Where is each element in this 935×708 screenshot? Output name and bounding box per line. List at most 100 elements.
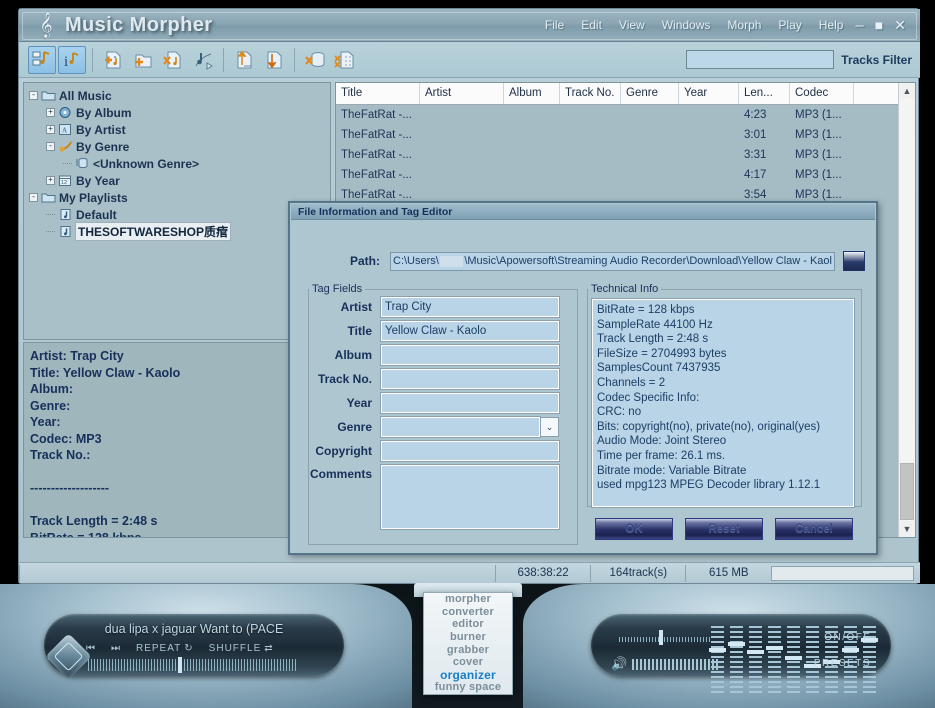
file-info-button[interactable]: i	[58, 46, 86, 74]
play-file-button[interactable]	[189, 46, 217, 74]
scrollbar-thumb[interactable]	[900, 463, 914, 520]
browse-folder-icon[interactable]	[843, 251, 865, 271]
column-header[interactable]	[854, 83, 900, 104]
redacted-username	[440, 256, 463, 267]
genre-field[interactable]: ⌄	[381, 417, 559, 437]
tracks-filter-input[interactable]	[686, 50, 834, 69]
menu-edit[interactable]: Edit	[581, 18, 602, 32]
close-icon[interactable]: ✕	[894, 18, 906, 32]
tree-item-all-music[interactable]: -All Music	[27, 87, 327, 104]
tree-item-default[interactable]: Default	[27, 206, 327, 223]
eq-presets-label[interactable]: PRESETS	[814, 658, 871, 669]
tree-expander-icon[interactable]: -	[46, 142, 55, 151]
eq-band[interactable]	[711, 626, 724, 694]
tree-expander-icon[interactable]: -	[29, 193, 38, 202]
module-morpher[interactable]: morpher	[445, 593, 491, 606]
next-track-icon[interactable]: ⏭	[111, 643, 121, 654]
tree-item-thesoftwareshop[interactable]: THESOFTWARESHOP质痯	[27, 223, 327, 240]
module-organizer[interactable]: organizer	[440, 669, 496, 682]
shuffle-button[interactable]: SHUFFLE ⇄	[209, 643, 274, 654]
tree-expander-icon[interactable]: -	[29, 91, 38, 100]
cell-length: 3:54	[739, 189, 790, 201]
volume-slider[interactable]	[632, 659, 720, 670]
table-row[interactable]: TheFatRat -...4:23MP3 (1...	[336, 105, 915, 125]
tree-item-by-genre[interactable]: -By Genre	[27, 138, 327, 155]
menu-morph[interactable]: Morph	[727, 18, 761, 32]
menu-play[interactable]: Play	[778, 18, 801, 32]
column-header[interactable]: Codec	[790, 83, 854, 104]
comments-field[interactable]	[381, 465, 559, 529]
column-header[interactable]: Year	[679, 83, 739, 104]
module-editor[interactable]: editor	[452, 618, 484, 631]
eq-onoff-label[interactable]: ON/OFF	[824, 632, 871, 643]
tree-item-by-artist[interactable]: +ABy Artist	[27, 121, 327, 138]
module-grabber[interactable]: grabber	[447, 644, 489, 657]
tree-expander-icon[interactable]: +	[46, 125, 55, 134]
clear-database-button[interactable]	[301, 46, 329, 74]
module-burner[interactable]: burner	[450, 631, 486, 644]
cancel-button[interactable]: Cancel	[775, 518, 853, 540]
clear-list-button[interactable]	[331, 46, 359, 74]
menu-file[interactable]: File	[545, 18, 564, 32]
shuffle-icon: ⇄	[264, 643, 273, 654]
path-input[interactable]: C:\Users\\Music\Apowersoft\Streaming Aud…	[390, 252, 835, 271]
chevron-up-icon[interactable]: ▲	[899, 83, 915, 99]
track-no-field[interactable]	[381, 369, 559, 389]
copyright-field-label: Copyright	[309, 444, 381, 458]
eq-band[interactable]	[749, 626, 762, 694]
maximize-icon[interactable]: ■	[875, 18, 883, 32]
column-header[interactable]: Len...	[739, 83, 790, 104]
module-cover[interactable]: cover	[453, 656, 483, 669]
seek-slider[interactable]	[88, 659, 296, 671]
table-row[interactable]: TheFatRat -...3:31MP3 (1...	[336, 145, 915, 165]
chevron-down-icon[interactable]: ⌄	[540, 417, 559, 437]
repeat-button[interactable]: REPEAT ↻	[136, 643, 194, 654]
year-field[interactable]	[381, 393, 559, 413]
tree-item-by-album[interactable]: +By Album	[27, 104, 327, 121]
menu-help[interactable]: Help	[819, 18, 844, 32]
artist-field[interactable]: Trap City	[381, 297, 559, 317]
column-header[interactable]: Title	[336, 83, 420, 104]
chevron-down-icon[interactable]: ▼	[899, 521, 915, 537]
seek-thumb[interactable]	[178, 657, 182, 673]
technical-info-box: BitRate = 128 kbpsSampleRate 44100 HzTra…	[592, 299, 854, 507]
path-label: Path:	[290, 254, 390, 268]
tree-expander-icon[interactable]: +	[46, 176, 55, 185]
table-row[interactable]: TheFatRat -...3:01MP3 (1...	[336, 125, 915, 145]
speaker-icon: 🔊	[611, 656, 627, 672]
module-funny-space[interactable]: funny space	[435, 681, 501, 694]
table-row[interactable]: TheFatRat -...4:17MP3 (1...	[336, 165, 915, 185]
previous-track-icon[interactable]: ⏮	[86, 643, 96, 654]
column-header[interactable]: Artist	[420, 83, 504, 104]
cell-codec: MP3 (1...	[790, 129, 854, 141]
eq-band[interactable]	[787, 626, 800, 694]
balance-slider[interactable]	[615, 628, 715, 646]
reset-button[interactable]: Reset	[685, 518, 763, 540]
genre-field-row: Genre⌄	[309, 417, 577, 437]
tree-item-unknown-genre[interactable]: <Unknown Genre>	[27, 155, 327, 172]
track-list-scrollbar[interactable]: ▲ ▼	[898, 83, 915, 537]
eq-band[interactable]	[768, 626, 781, 694]
minimize-icon[interactable]: –	[855, 18, 863, 33]
menu-windows[interactable]: Windows	[662, 18, 711, 32]
balance-thumb[interactable]	[659, 630, 663, 645]
column-header[interactable]: Track No.	[560, 83, 621, 104]
import-button[interactable]	[230, 46, 258, 74]
album-field[interactable]	[381, 345, 559, 365]
add-folder-button[interactable]	[129, 46, 157, 74]
add-file-note-button[interactable]	[99, 46, 127, 74]
tracks-view-button[interactable]	[28, 46, 56, 74]
column-header[interactable]: Album	[504, 83, 560, 104]
column-header[interactable]: Genre	[621, 83, 679, 104]
ok-button[interactable]: OK	[595, 518, 673, 540]
title-field[interactable]: Yellow Claw - Kaolo	[381, 321, 559, 341]
remove-file-note-button[interactable]	[159, 46, 187, 74]
menu-view[interactable]: View	[619, 18, 645, 32]
tree-expander-icon[interactable]: +	[46, 108, 55, 117]
eq-band[interactable]	[730, 626, 743, 694]
module-converter[interactable]: converter	[442, 606, 494, 619]
tree-item-my-playlists[interactable]: -My Playlists	[27, 189, 327, 206]
copyright-field[interactable]	[381, 441, 559, 461]
tree-item-by-year[interactable]: +12By Year	[27, 172, 327, 189]
export-button[interactable]	[260, 46, 288, 74]
